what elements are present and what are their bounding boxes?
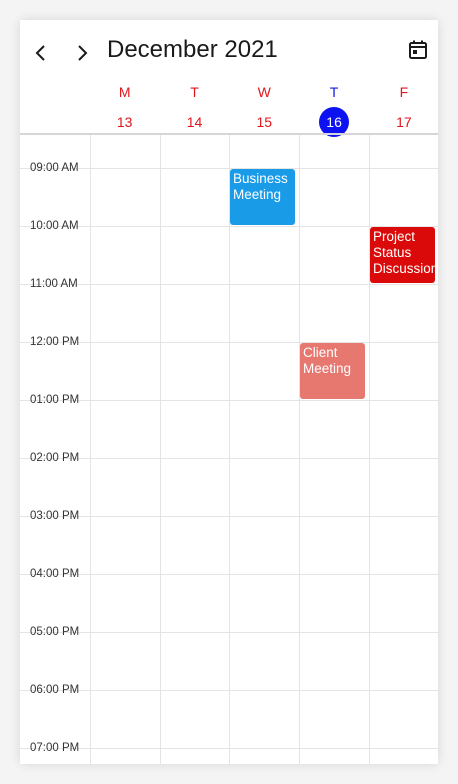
time-slot-label: 12:00 PM <box>30 336 80 348</box>
previous-week-button[interactable] <box>28 40 54 66</box>
appointment-business-meeting[interactable]: Business Meeting <box>230 169 295 225</box>
time-slot-label: 02:00 PM <box>30 452 80 464</box>
day-header-17[interactable]: F 17 <box>369 78 438 138</box>
day-header-16[interactable]: T 16 <box>299 78 369 138</box>
timeslot-grid[interactable]: 09:00 AM 10:00 AM 11:00 AM 12:00 PM 01:00 PM… <box>20 135 438 764</box>
month-title[interactable]: December 2021 <box>107 34 278 66</box>
time-slot-label: 09:00 AM <box>30 162 79 174</box>
day-abbr-label: T <box>190 84 199 100</box>
time-slot-label: 03:00 PM <box>30 510 80 522</box>
time-slot-label: 04:00 PM <box>30 568 80 580</box>
column-divider <box>229 135 230 764</box>
column-divider <box>160 135 161 764</box>
next-week-button[interactable] <box>69 40 95 66</box>
day-header-14[interactable]: T 14 <box>160 78 230 138</box>
chevron-left-icon <box>35 45 45 61</box>
time-slot-label: 10:00 AM <box>30 220 79 232</box>
day-abbr-label: F <box>399 84 409 100</box>
day-header-13[interactable]: M 13 <box>90 78 160 138</box>
time-slot-label: 06:00 PM <box>30 684 80 696</box>
day-abbr-label: T <box>329 84 339 100</box>
appointment-project-status-discussion[interactable]: Project Status Discussion <box>370 227 435 283</box>
day-abbr-label: M <box>118 84 131 100</box>
appointment-client-meeting[interactable]: Client Meeting <box>300 343 365 399</box>
day-header-15[interactable]: W 15 <box>229 78 299 138</box>
time-slot-label: 07:00 PM <box>30 742 80 754</box>
calendar-today-icon <box>409 40 427 59</box>
calendar-card: December 2021 M 13 T 14 W 15 T 16 F 17 09:00 AM 10… <box>20 20 438 764</box>
day-abbr-label: W <box>257 84 271 100</box>
time-slot-label: 01:00 PM <box>30 394 80 406</box>
chevron-right-icon <box>78 45 88 61</box>
time-slot-label: 11:00 AM <box>30 278 78 290</box>
column-divider <box>299 135 300 764</box>
time-slot-label: 05:00 PM <box>30 626 80 638</box>
today-button[interactable] <box>405 37 431 63</box>
